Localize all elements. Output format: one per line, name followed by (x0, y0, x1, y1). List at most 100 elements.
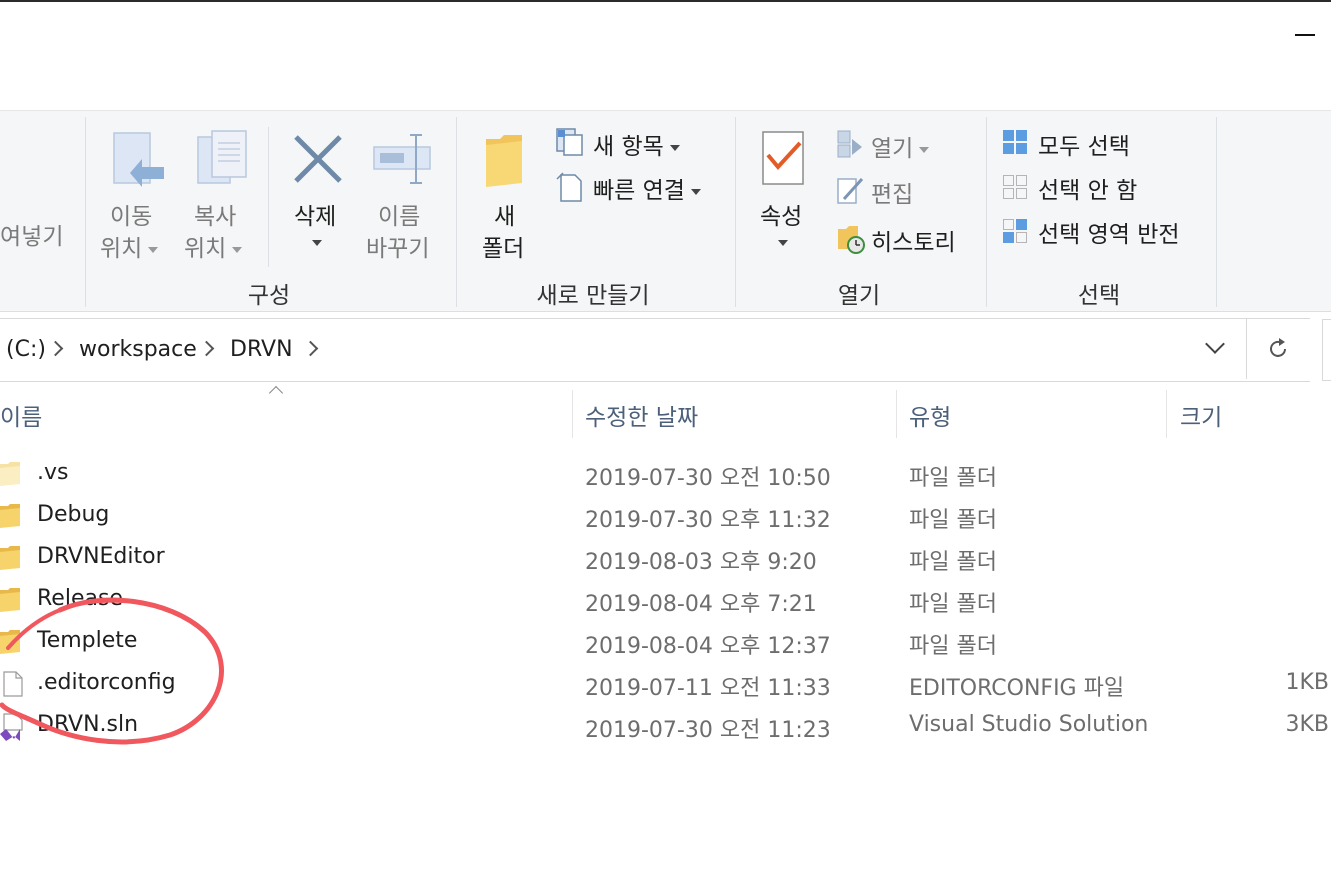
file-row-vs[interactable]: .vs 2019-07-30 오전 10:50 파일 폴더 (0, 454, 1331, 496)
copy-to-label-1: 복사 (194, 204, 237, 230)
folder-icon (0, 630, 20, 654)
edit-label: 편집 (871, 182, 914, 208)
file-icon (3, 671, 23, 697)
copy-to-label-2: 위치 (184, 229, 243, 263)
title-bar (0, 2, 1331, 110)
refresh-icon (1270, 338, 1286, 357)
file-date: 2019-08-04 오후 12:37 (585, 634, 831, 659)
folder-icon (0, 504, 20, 528)
history-label: 히스토리 (871, 230, 956, 256)
ribbon-divider (986, 117, 987, 307)
file-date: 2019-08-03 오후 9:20 (585, 550, 817, 575)
folder-icon (0, 462, 20, 486)
edit-icon (837, 177, 864, 204)
rename-icon (373, 134, 431, 184)
breadcrumb-workspace[interactable]: workspace (79, 337, 197, 362)
invert-selection-icon (1003, 219, 1027, 243)
file-size: 1KB (1285, 670, 1329, 695)
copy-to-icon (197, 130, 247, 184)
column-divider[interactable] (1166, 390, 1167, 438)
group-label-organize: 구성 (247, 283, 291, 309)
file-name: Templete (37, 628, 138, 653)
easy-access-label: 빠른 연결 (593, 171, 701, 205)
select-all-icon (1003, 130, 1027, 154)
select-none-icon (1003, 175, 1027, 199)
delete-dropdown[interactable] (306, 229, 322, 255)
open-icon (837, 130, 862, 158)
file-row-release[interactable]: Release 2019-08-04 오후 7:21 파일 폴더 (0, 580, 1331, 622)
file-row-editorconfig[interactable]: .editorconfig 2019-07-11 오전 11:33 EDITOR… (0, 664, 1331, 706)
file-name: Debug (37, 502, 110, 527)
ribbon: 여넣기 이동 위치 복사 위치 삭제 이름 바꾸기 구성 새 폴더 새 항목 빠… (0, 110, 1331, 312)
file-type: 파일 폴더 (909, 550, 997, 575)
file-size: 3KB (1285, 712, 1329, 737)
file-type: 파일 폴더 (909, 466, 997, 491)
file-name: .vs (37, 460, 69, 485)
group-label-open: 열기 (837, 283, 881, 309)
delete-label: 삭제 (294, 204, 337, 230)
breadcrumb-drive[interactable]: (C:) (6, 337, 46, 362)
column-header-name[interactable]: 이름 (0, 398, 42, 432)
move-to-icon (113, 132, 164, 187)
delete-x-icon (294, 135, 342, 183)
file-date: 2019-07-30 오전 10:50 (585, 466, 831, 491)
ribbon-divider (268, 127, 269, 267)
easy-access-icon (556, 172, 582, 202)
file-date: 2019-08-04 오후 7:21 (585, 592, 817, 617)
breadcrumb-chevron-icon[interactable] (302, 340, 319, 357)
file-row-drvneditor[interactable]: DRVNEditor 2019-08-03 오후 9:20 파일 폴더 (0, 538, 1331, 580)
select-none-label: 선택 안 함 (1038, 178, 1138, 204)
file-row-debug[interactable]: Debug 2019-07-30 오후 11:32 파일 폴더 (0, 496, 1331, 538)
file-date: 2019-07-11 오전 11:33 (585, 676, 831, 701)
column-divider[interactable] (572, 390, 573, 438)
invert-selection-label: 선택 영역 반전 (1038, 222, 1180, 248)
breadcrumb-drvn[interactable]: DRVN (230, 337, 293, 362)
file-row-drvn-sln[interactable]: DRVN.sln 2019-07-30 오전 11:23 Visual Stud… (0, 706, 1331, 748)
group-label-new: 새로 만들기 (536, 283, 650, 309)
file-date: 2019-07-30 오전 11:23 (585, 718, 831, 743)
new-item-icon (556, 128, 583, 156)
group-label-select: 선택 (1077, 283, 1121, 309)
select-all-label: 모두 선택 (1038, 134, 1130, 160)
file-name: Release (37, 586, 123, 611)
ribbon-divider (85, 117, 86, 307)
column-header-type[interactable]: 유형 (909, 398, 951, 432)
column-divider[interactable] (896, 390, 897, 438)
file-name: DRVN.sln (37, 712, 139, 737)
properties-label: 속성 (760, 204, 803, 230)
new-folder-label-1: 새 (494, 204, 516, 230)
file-date: 2019-07-30 오후 11:32 (585, 508, 831, 533)
file-type: 파일 폴더 (909, 634, 997, 659)
paste-button-label[interactable]: 여넣기 (0, 217, 63, 251)
history-icon (838, 226, 865, 254)
minimize-button[interactable] (1287, 28, 1319, 42)
new-folder-label-2: 폴더 (482, 236, 525, 262)
file-type: 파일 폴더 (909, 508, 997, 533)
column-header-size[interactable]: 크기 (1180, 398, 1222, 432)
new-item-label: 새 항목 (593, 127, 680, 161)
address-bar[interactable]: (C:) workspace DRVN (0, 318, 1310, 382)
ribbon-divider (1216, 117, 1217, 307)
rename-label-1: 이름 (378, 204, 421, 230)
file-name: DRVNEditor (37, 544, 165, 569)
open-label: 열기 (871, 129, 930, 163)
new-folder-icon (486, 135, 522, 187)
folder-icon (0, 588, 20, 612)
search-box[interactable] (1322, 319, 1331, 381)
file-row-templete[interactable]: Templete 2019-08-04 오후 12:37 파일 폴더 (0, 622, 1331, 664)
folder-icon (0, 546, 20, 570)
refresh-button[interactable] (1246, 319, 1309, 379)
ribbon-divider (735, 117, 736, 307)
column-header-date[interactable]: 수정한 날짜 (585, 398, 698, 432)
file-type: EDITORCONFIG 파일 (909, 676, 1125, 701)
file-type: 파일 폴더 (909, 592, 997, 617)
file-type: Visual Studio Solution (909, 712, 1149, 737)
move-to-label-1: 이동 (110, 204, 153, 230)
rename-label-2: 바꾸기 (366, 236, 430, 262)
breadcrumb-chevron-icon[interactable] (47, 340, 64, 357)
properties-dropdown[interactable] (772, 229, 788, 255)
file-name: .editorconfig (37, 670, 176, 695)
move-to-label-2: 위치 (100, 229, 159, 263)
vs-solution-icon (0, 713, 23, 741)
breadcrumb-chevron-icon[interactable] (198, 340, 215, 357)
